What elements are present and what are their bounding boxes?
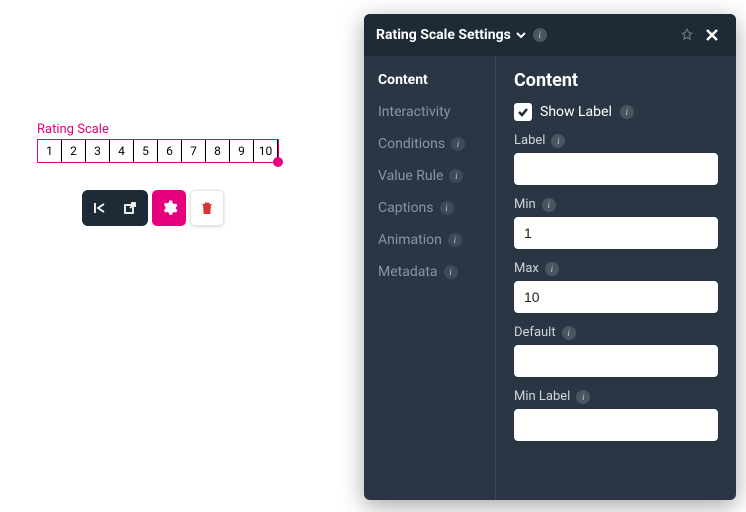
info-icon[interactable]: i xyxy=(449,169,463,183)
close-button[interactable] xyxy=(700,23,724,47)
field-label-text: Default xyxy=(514,325,556,340)
insert-left-button[interactable] xyxy=(86,194,114,222)
panel-title-text: Rating Scale Settings xyxy=(376,27,511,43)
min-label-input[interactable] xyxy=(514,409,718,441)
field-max: Max i xyxy=(514,261,718,313)
rating-cell[interactable]: 8 xyxy=(206,140,230,162)
field-label-text: Min xyxy=(514,197,536,212)
nav-item-label: Value Rule xyxy=(378,168,443,184)
min-input[interactable] xyxy=(514,217,718,249)
info-icon[interactable]: i xyxy=(545,262,559,276)
nav-item-captions[interactable]: Captions i xyxy=(378,200,495,216)
info-icon[interactable]: i xyxy=(448,233,462,247)
panel-title[interactable]: Rating Scale Settings xyxy=(376,27,527,43)
rating-scale-widget: Rating Scale 1 2 3 4 5 6 7 8 9 10 xyxy=(37,122,279,163)
nav-item-conditions[interactable]: Conditions i xyxy=(378,136,495,152)
settings-panel: Rating Scale Settings i Content Interact… xyxy=(364,14,736,500)
field-label: Label i xyxy=(514,133,718,185)
field-min-label: Min Label i xyxy=(514,389,718,441)
rating-scale-label: Rating Scale xyxy=(37,122,279,137)
chevron-down-icon xyxy=(515,29,527,41)
nav-item-metadata[interactable]: Metadata i xyxy=(378,264,495,280)
rating-cell[interactable]: 3 xyxy=(86,140,110,162)
settings-nav: Content Interactivity Conditions i Value… xyxy=(364,56,496,500)
trash-icon xyxy=(199,200,215,216)
field-label-text: Label xyxy=(514,133,545,148)
toolbar-dark-group xyxy=(82,190,148,226)
gear-icon xyxy=(160,199,178,217)
max-input[interactable] xyxy=(514,281,718,313)
insert-left-icon xyxy=(92,200,108,216)
panel-header: Rating Scale Settings i xyxy=(364,14,736,56)
info-icon[interactable]: i xyxy=(551,134,565,148)
field-label-text: Min Label xyxy=(514,389,570,404)
nav-item-label: Content xyxy=(378,72,428,88)
nav-item-content[interactable]: Content xyxy=(378,72,495,88)
open-external-button[interactable] xyxy=(116,194,144,222)
content-heading: Content xyxy=(514,70,718,91)
settings-button[interactable] xyxy=(152,190,186,226)
default-input[interactable] xyxy=(514,345,718,377)
nav-item-interactivity[interactable]: Interactivity xyxy=(378,104,495,120)
nav-item-label: Captions xyxy=(378,200,434,216)
nav-item-label: Animation xyxy=(378,232,442,248)
pin-icon[interactable] xyxy=(680,28,694,42)
rating-cell[interactable]: 1 xyxy=(38,140,62,162)
rating-cell[interactable]: 5 xyxy=(134,140,158,162)
settings-content: Content Show Label i Label i Min i xyxy=(496,56,736,500)
nav-item-label: Metadata xyxy=(378,264,438,280)
delete-button[interactable] xyxy=(190,190,224,226)
check-icon xyxy=(517,106,529,118)
nav-item-animation[interactable]: Animation i xyxy=(378,232,495,248)
rating-cell[interactable]: 7 xyxy=(182,140,206,162)
info-icon[interactable]: i xyxy=(451,137,465,151)
widget-toolbar xyxy=(82,190,224,226)
rating-scale-cells[interactable]: 1 2 3 4 5 6 7 8 9 10 xyxy=(37,139,279,163)
nav-item-label: Interactivity xyxy=(378,104,450,120)
info-icon[interactable]: i xyxy=(533,28,547,42)
rating-cell[interactable]: 6 xyxy=(158,140,182,162)
show-label-row: Show Label i xyxy=(514,103,718,121)
show-label-checkbox[interactable] xyxy=(514,103,532,121)
rating-cell[interactable]: 4 xyxy=(110,140,134,162)
open-external-icon xyxy=(122,200,138,216)
show-label-text: Show Label xyxy=(540,104,612,120)
label-input[interactable] xyxy=(514,153,718,185)
rating-cell[interactable]: 9 xyxy=(230,140,254,162)
info-icon[interactable]: i xyxy=(620,105,634,119)
info-icon[interactable]: i xyxy=(576,390,590,404)
panel-body: Content Interactivity Conditions i Value… xyxy=(364,56,736,500)
field-min: Min i xyxy=(514,197,718,249)
field-label-text: Max xyxy=(514,261,539,276)
nav-item-label: Conditions xyxy=(378,136,445,152)
resize-handle[interactable] xyxy=(273,157,283,167)
info-icon[interactable]: i xyxy=(542,198,556,212)
info-icon[interactable]: i xyxy=(440,201,454,215)
rating-cell[interactable]: 2 xyxy=(62,140,86,162)
info-icon[interactable]: i xyxy=(562,326,576,340)
nav-item-value-rule[interactable]: Value Rule i xyxy=(378,168,495,184)
info-icon[interactable]: i xyxy=(444,265,458,279)
field-default: Default i xyxy=(514,325,718,377)
